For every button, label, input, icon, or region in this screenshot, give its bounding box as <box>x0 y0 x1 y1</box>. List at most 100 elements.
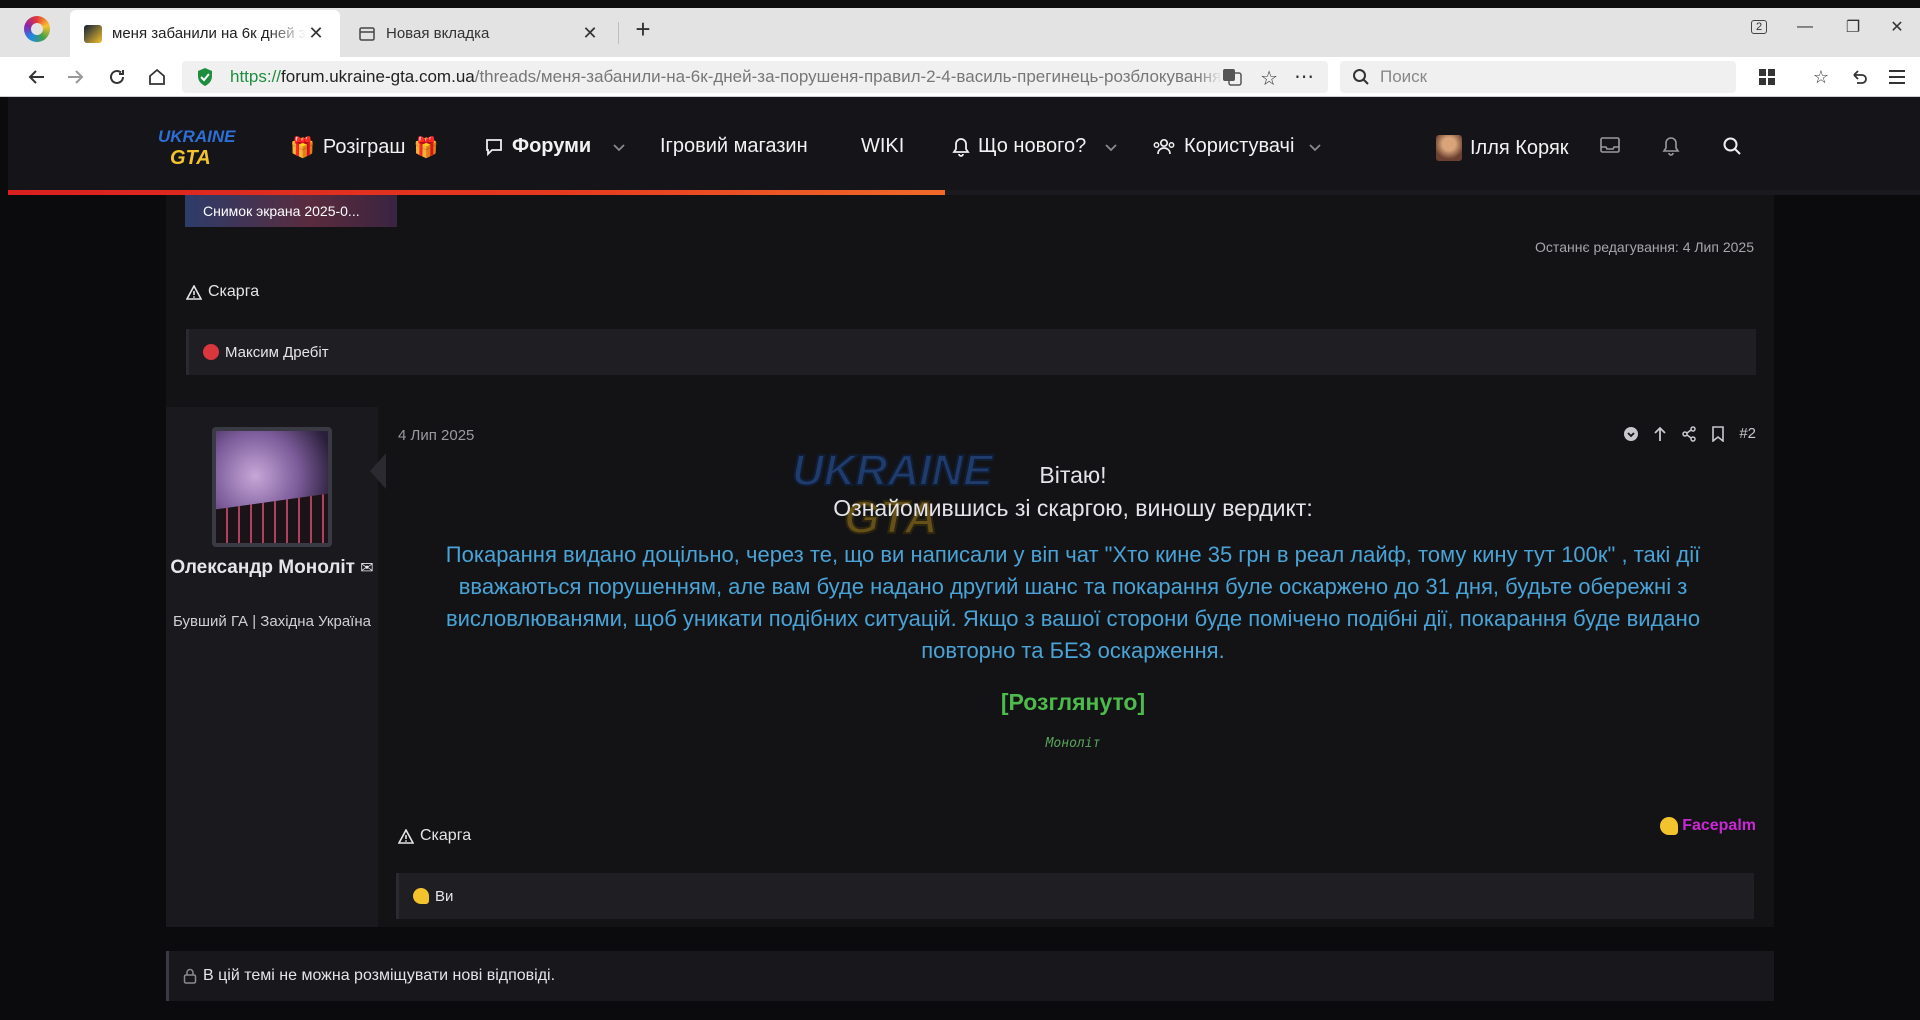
tab-close-icon[interactable]: ✕ <box>580 23 600 44</box>
envelope-icon[interactable]: ✉ <box>360 560 373 577</box>
author-title: Бувший ГА | Західна Україна <box>173 613 371 630</box>
site-search-icon[interactable] <box>1722 136 1742 156</box>
account-menu[interactable]: Ілля Коряк <box>1436 135 1569 161</box>
search-input[interactable]: Поиск <box>1340 61 1736 93</box>
new-tab-plus-icon[interactable]: + <box>628 14 658 45</box>
reaction-button[interactable]: Facepalm <box>1660 817 1756 835</box>
tab-count-badge: 2 <box>1750 20 1768 34</box>
reaction-label: Facepalm <box>1682 817 1756 834</box>
reactions-bar[interactable]: Максим Дребіт <box>186 329 1756 375</box>
window-top-edge <box>0 0 1920 8</box>
tab-separator <box>618 22 619 44</box>
tab-count-icon[interactable]: 2 <box>1744 12 1774 42</box>
lock-icon <box>183 968 197 984</box>
nav-whats-new-label: Що нового? <box>978 135 1087 157</box>
tab-title: меня забанили на 6к дней за порушеня пра… <box>112 25 306 42</box>
chat-bubble-icon <box>484 137 504 157</box>
inbox-icon[interactable] <box>1600 137 1620 153</box>
report-label: Скарга <box>208 283 260 300</box>
report-label: Скарга <box>420 827 472 844</box>
address-bar[interactable]: https://forum.ukraine-gta.com.ua/threads… <box>182 61 1328 93</box>
alerts-bell-icon[interactable] <box>1662 136 1680 156</box>
message-body: 4 Лип 2025 #2 UKRAINE GTA Вітаю! Ознайом… <box>378 407 1774 927</box>
tab-close-icon[interactable]: ✕ <box>306 23 326 44</box>
thread-locked-notice: В цій темі не можна розміщувати нові від… <box>166 951 1774 1001</box>
chevron-down-icon[interactable] <box>1308 143 1322 153</box>
more-dots-icon[interactable]: ⋯ <box>1294 64 1314 89</box>
address-toolbar: https://forum.ukraine-gta.com.ua/threads… <box>0 57 1920 97</box>
home-icon[interactable] <box>144 64 170 90</box>
minimize-icon[interactable]: — <box>1790 12 1820 42</box>
site-navbar: UKRAINE GTA 🎁 Розіграш 🎁 Форуми Ігровий … <box>8 97 1920 195</box>
author-avatar[interactable] <box>212 427 332 547</box>
bookmark-icon[interactable] <box>1711 425 1725 442</box>
url-host: forum.ukraine-gta.com.ua <box>281 67 475 86</box>
nav-shop[interactable]: Ігровий магазин <box>660 135 808 158</box>
url-scheme: https:// <box>230 67 282 86</box>
arrow-up-icon[interactable] <box>1653 426 1667 442</box>
report-link[interactable]: Скарга <box>398 827 471 845</box>
tab-new-tab[interactable]: Новая вкладка ✕ <box>344 10 614 57</box>
post-date[interactable]: 4 Лип 2025 <box>398 427 474 444</box>
last-edited: Останнє редагування: 4 Лип 2025 <box>1535 239 1754 255</box>
gift-icon: 🎁 <box>413 137 439 159</box>
reload-icon[interactable] <box>104 64 130 90</box>
account-name: Ілля Коряк <box>1470 136 1569 159</box>
translate-icon[interactable] <box>1222 68 1242 86</box>
svg-text:GTA: GTA <box>170 147 211 168</box>
nav-forums[interactable]: Форуми <box>484 135 591 158</box>
facepalm-emoji-icon <box>1660 817 1679 835</box>
nav-giveaway[interactable]: 🎁 Розіграш 🎁 <box>290 135 438 160</box>
locked-notice-text: В цій темі не можна розміщувати нові від… <box>203 967 556 984</box>
chevron-down-circle-icon[interactable] <box>1623 426 1639 442</box>
site-logo[interactable]: UKRAINE GTA <box>156 124 236 168</box>
post-content: Вітаю! Ознайомившись зі скаргою, виношу … <box>398 459 1748 751</box>
window-close-icon[interactable]: ✕ <box>1882 12 1912 42</box>
warning-icon <box>398 828 414 844</box>
reactions-bar[interactable]: Ви <box>396 873 1754 919</box>
nav-forums-label: Форуми <box>512 135 592 157</box>
undo-icon[interactable] <box>1846 64 1872 90</box>
nav-whats-new[interactable]: Що нового? <box>952 135 1086 158</box>
author-name[interactable]: Олександр Моноліт ✉ <box>166 555 378 581</box>
forward-arrow-icon[interactable] <box>62 64 88 90</box>
tab-title: Новая вкладка <box>386 25 490 42</box>
favorites-icon[interactable]: ☆ <box>1808 64 1834 90</box>
gift-icon: 🎁 <box>290 137 315 159</box>
post-actions: #2 <box>1623 425 1756 442</box>
nav-shop-label: Ігровий магазин <box>660 135 808 157</box>
reaction-dislike-icon <box>203 344 219 360</box>
restore-icon[interactable]: ❐ <box>1838 12 1868 42</box>
attachment-label: Снимок экрана 2025-0... <box>203 203 360 219</box>
svg-text:UKRAINE: UKRAINE <box>158 127 236 146</box>
author-name-text: Олександр Моноліт <box>170 557 355 578</box>
avatar-keyboard <box>216 492 328 543</box>
post-number[interactable]: #2 <box>1739 425 1756 442</box>
forum-page: UKRAINE GTA 🎁 Розіграш 🎁 Форуми Ігровий … <box>8 97 1920 1020</box>
signature: Моноліт <box>1045 736 1101 751</box>
search-icon <box>1352 68 1370 86</box>
apps-grid-icon[interactable] <box>1754 64 1780 90</box>
browser-tab-strip: меня забанили на 6к дней за порушеня пра… <box>0 0 1920 57</box>
attachment-thumbnail[interactable]: Снимок экрана 2025-0... <box>185 195 397 227</box>
nav-wiki[interactable]: WIKI <box>861 135 904 158</box>
account-avatar <box>1436 135 1462 161</box>
verdict-intro: Ознайомившись зі скаргою, виношу вердикт… <box>833 495 1313 521</box>
back-arrow-icon[interactable] <box>24 64 50 90</box>
chevron-down-icon[interactable] <box>1104 143 1118 153</box>
chevron-down-icon[interactable] <box>612 143 626 153</box>
tab-active[interactable]: меня забанили на 6к дней за порушеня пра… <box>70 10 340 57</box>
hamburger-menu-icon[interactable] <box>1884 64 1910 90</box>
status-badge: [Розглянуто] <box>1000 689 1146 715</box>
browser-menu-logo-icon[interactable] <box>24 16 50 42</box>
report-link[interactable]: Скарга <box>186 283 259 301</box>
url-path: /threads/меня-забанили-на-6к-дней-за-пор… <box>474 67 1222 86</box>
post-2: Олександр Моноліт ✉ Бувший ГА | Західна … <box>166 407 1774 927</box>
nav-users[interactable]: Користувачі <box>1152 135 1294 158</box>
secure-shield-icon <box>196 67 214 87</box>
bookmark-star-icon[interactable]: ☆ <box>1260 66 1278 91</box>
nav-wiki-label: WIKI <box>861 135 905 157</box>
share-icon[interactable] <box>1681 425 1697 442</box>
reacted-by: Максим Дребіт <box>225 343 329 361</box>
nav-users-label: Користувачі <box>1184 135 1295 157</box>
